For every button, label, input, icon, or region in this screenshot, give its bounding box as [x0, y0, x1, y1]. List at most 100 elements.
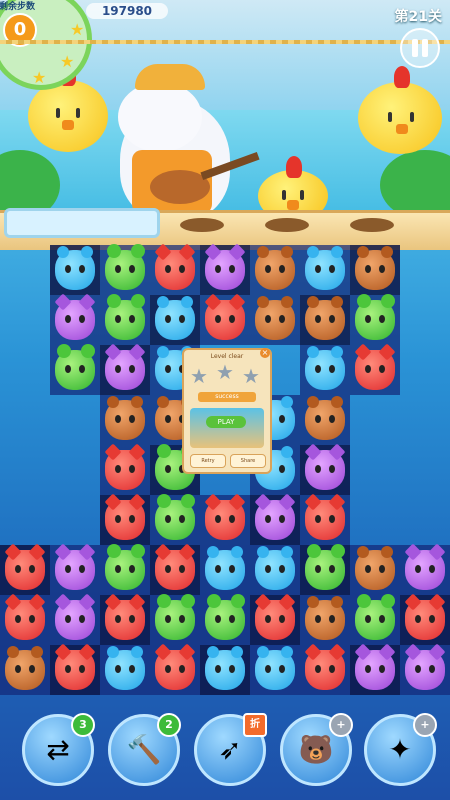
red-creature-icon [4, 543, 46, 590]
shuffle-booster-button[interactable]: ⇄ 3 [22, 713, 95, 786]
board-cell[interactable] [0, 645, 50, 695]
board-cell[interactable] [350, 343, 400, 395]
board-cell[interactable] [350, 245, 400, 295]
board-cell[interactable] [150, 594, 200, 645]
close-icon[interactable]: × [260, 348, 270, 358]
board-cell[interactable] [150, 643, 200, 695]
board-cell[interactable] [250, 493, 300, 545]
purple-creature-icon [404, 643, 446, 690]
star-icon: ★ [216, 360, 234, 384]
blue-creature-icon [255, 546, 295, 590]
red-creature-icon [404, 593, 446, 640]
pause-button[interactable] [400, 28, 440, 68]
brown-creature-icon [305, 596, 345, 640]
board-cell[interactable] [300, 493, 350, 545]
retry-button[interactable]: Retry [190, 454, 226, 468]
board-cell[interactable] [400, 593, 450, 645]
green-creature-icon [55, 344, 95, 390]
red-creature-icon [204, 293, 246, 340]
level-popup: Level clear × ★ ★ ★ success PLAY Retry S… [182, 348, 272, 474]
board-cell[interactable] [150, 295, 200, 345]
board-cell[interactable] [0, 543, 50, 595]
board-cell[interactable] [100, 645, 150, 695]
sink-tray [4, 208, 160, 238]
board-cell[interactable] [250, 593, 300, 645]
board-cell[interactable] [50, 643, 100, 695]
purple-creature-icon [54, 593, 96, 640]
board-cell[interactable] [250, 245, 300, 295]
purple-creature-icon [254, 493, 296, 540]
board-cell[interactable] [0, 593, 50, 645]
booster-count-badge: 3 [71, 713, 95, 737]
board-cell[interactable] [400, 643, 450, 695]
star-icon: ★ [60, 52, 75, 71]
board-cell[interactable] [350, 643, 400, 695]
star-icon: ★ [32, 68, 47, 87]
board-cell[interactable] [300, 443, 350, 495]
board-cell[interactable] [50, 593, 100, 645]
board-cell[interactable] [300, 544, 350, 595]
green-creature-icon [155, 594, 195, 640]
board-cell[interactable] [150, 243, 200, 295]
board-cell[interactable] [50, 293, 100, 345]
board-cell[interactable] [100, 593, 150, 645]
board-cell[interactable] [300, 643, 350, 695]
blue-creature-icon [305, 246, 345, 290]
brown-creature-icon [105, 396, 145, 440]
board-cell[interactable] [50, 245, 100, 295]
green-creature-icon [155, 494, 195, 540]
board-cell[interactable] [100, 544, 150, 595]
board-cell[interactable] [200, 594, 250, 645]
green-creature-icon [105, 244, 145, 290]
rope-divider [0, 40, 450, 44]
bear-booster-button[interactable]: 🐻 + [280, 713, 353, 786]
board-cell[interactable] [200, 293, 250, 345]
board-cell[interactable] [150, 543, 200, 595]
blue-creature-icon [155, 296, 195, 340]
board-cell[interactable] [250, 645, 300, 695]
board-cell[interactable] [200, 493, 250, 545]
board-cell[interactable] [300, 595, 350, 645]
board-cell[interactable] [150, 494, 200, 545]
board-cell[interactable] [350, 594, 400, 645]
blue-creature-icon [305, 346, 345, 390]
share-button[interactable]: Share [230, 454, 266, 468]
board-cell[interactable] [350, 294, 400, 345]
board-cell[interactable] [400, 543, 450, 595]
board-cell[interactable] [50, 543, 100, 595]
play-button[interactable]: PLAY [206, 416, 246, 428]
purple-creature-icon [404, 543, 446, 590]
board-cell[interactable] [100, 493, 150, 545]
bear-hat [135, 64, 205, 90]
brown-creature-icon [255, 246, 295, 290]
board-cell[interactable] [100, 443, 150, 495]
board-cell[interactable] [300, 295, 350, 345]
score-display: 197980 [86, 3, 168, 19]
board-cell[interactable] [100, 294, 150, 345]
board-cell[interactable] [100, 244, 150, 295]
blue-creature-icon [205, 646, 245, 690]
brown-creature-icon [5, 646, 45, 690]
level-indicator: 第21关 [394, 9, 442, 25]
purple-creature-icon [304, 443, 346, 490]
purple-creature-icon [204, 243, 246, 290]
combo-booster-button[interactable]: ✦ + [364, 713, 437, 786]
board-cell[interactable] [200, 645, 250, 695]
swap-booster-button[interactable]: ➶ 折 [194, 713, 267, 786]
board-cell[interactable] [100, 395, 150, 445]
board-cell[interactable] [350, 545, 400, 595]
board-cell[interactable] [250, 295, 300, 345]
red-creature-icon [254, 593, 296, 640]
board-cell[interactable] [200, 243, 250, 295]
red-creature-icon [354, 343, 396, 390]
board-cell[interactable] [200, 545, 250, 595]
hammer-booster-button[interactable]: 🔨 2 [108, 713, 181, 786]
board-cell[interactable] [300, 345, 350, 395]
board-cell[interactable] [100, 343, 150, 395]
board-cell[interactable] [250, 545, 300, 595]
popup-banner: success [198, 392, 256, 402]
board-cell[interactable] [50, 344, 100, 395]
blue-creature-icon [105, 646, 145, 690]
board-cell[interactable] [300, 245, 350, 295]
board-cell[interactable] [300, 395, 350, 445]
